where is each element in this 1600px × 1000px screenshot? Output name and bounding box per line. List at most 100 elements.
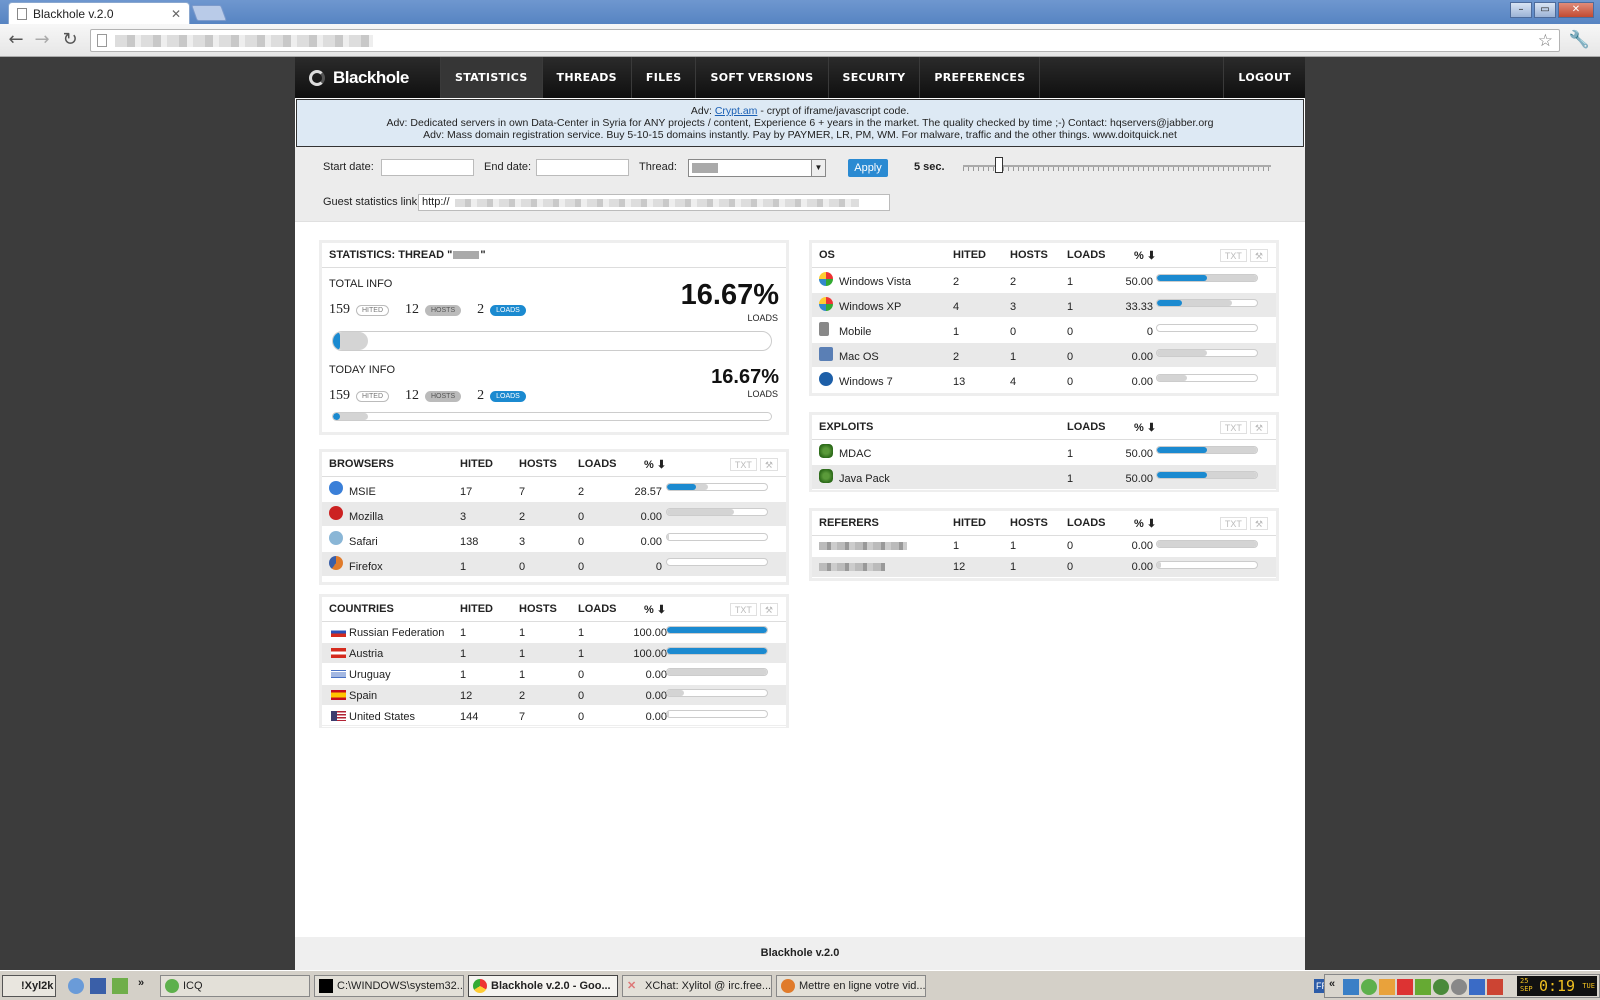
quicklaunch-ie-icon[interactable] — [68, 978, 84, 994]
adv-suffix: - crypt of iframe/javascript code. — [757, 105, 910, 117]
taskbar-window-xchat[interactable]: ✕ XChat: Xylitol @ irc.free... — [622, 975, 772, 997]
crypt-am-link[interactable]: Crypt.am — [715, 105, 758, 117]
thread-select[interactable]: ▼ — [688, 159, 826, 177]
tab-title: Blackhole v.2.0 — [33, 6, 114, 21]
taskbar-window-chrome[interactable]: Blackhole v.2.0 - Goo... — [468, 975, 618, 997]
maximize-button[interactable]: ▭ — [1534, 2, 1556, 18]
refresh-slider[interactable] — [963, 157, 1271, 173]
col-loads: LOADS — [578, 458, 617, 470]
nav-threads[interactable]: THREADS — [541, 57, 631, 98]
settings-tool-icon[interactable]: ⚒ — [1249, 421, 1268, 434]
txt-export-button[interactable]: TXT — [1219, 249, 1247, 262]
os-row[interactable]: Windows XP 4 3 1 33.33 — [812, 293, 1276, 318]
txt-export-button[interactable]: TXT — [729, 458, 757, 471]
taskbar-window-firefox[interactable]: Mettre en ligne votre vid... — [776, 975, 926, 997]
nav-statistics[interactable]: STATISTICS — [440, 57, 542, 98]
browsers-row[interactable]: MSIE 17 7 2 28.57 — [322, 477, 786, 502]
col-percent-sort[interactable]: % ⬇ — [644, 458, 666, 471]
referers-loads-value: 0 — [1067, 540, 1074, 552]
icq-flower-icon — [165, 979, 179, 993]
countries-row[interactable]: Spain 12 2 0 0.00 — [322, 685, 786, 706]
logo[interactable]: Blackhole — [295, 57, 440, 98]
wrench-menu-icon[interactable]: 🔧 — [1569, 30, 1590, 50]
nav-security[interactable]: SECURITY — [827, 57, 920, 98]
os-row[interactable]: Windows 7 13 4 0 0.00 — [812, 368, 1276, 393]
windows-7-icon — [819, 372, 833, 386]
browsers-row[interactable]: Mozilla 3 2 0 0.00 — [322, 502, 786, 527]
url-redacted — [115, 35, 373, 47]
col-percent-sort[interactable]: % ⬇ — [1134, 517, 1156, 530]
browsers-hited-value: 3 — [460, 511, 467, 523]
apply-button[interactable]: Apply — [848, 159, 888, 177]
tray-security-icon[interactable] — [1397, 979, 1413, 995]
reload-button[interactable]: ↻ — [60, 30, 80, 50]
browser-tab[interactable]: Blackhole v.2.0 ✕ — [8, 2, 190, 24]
settings-tool-icon[interactable]: ⚒ — [759, 603, 778, 616]
tray-alert-icon[interactable] — [1487, 979, 1503, 995]
settings-tool-icon[interactable]: ⚒ — [759, 458, 778, 471]
tray-icq-icon[interactable] — [1361, 979, 1377, 995]
quicklaunch-app-icon[interactable] — [90, 978, 106, 994]
clock[interactable]: 25 SEP 0:19 TUE — [1517, 976, 1597, 996]
nav-files[interactable]: FILES — [630, 57, 696, 98]
os-hosts-value: 2 — [1010, 276, 1017, 288]
os-loads-value: 0 — [1067, 326, 1074, 338]
total-loads-value: 2 — [477, 302, 485, 317]
guest-link-input[interactable]: http:// — [418, 194, 890, 211]
settings-tool-icon[interactable]: ⚒ — [1249, 249, 1268, 262]
nav-preferences[interactable]: PREFERENCES — [919, 57, 1039, 98]
referers-loads-value: 0 — [1067, 561, 1074, 573]
close-tab-icon[interactable]: ✕ — [171, 7, 181, 21]
os-row[interactable]: Windows Vista 2 2 1 50.00 — [812, 268, 1276, 293]
slider-handle[interactable] — [995, 157, 1003, 173]
col-percent-sort[interactable]: % ⬇ — [1134, 421, 1156, 434]
exploits-row[interactable]: MDAC 1 50.00 — [812, 440, 1276, 465]
col-percent-sort[interactable]: % ⬇ — [644, 603, 666, 616]
txt-export-button[interactable]: TXT — [729, 603, 757, 616]
tray-app-icon[interactable] — [1379, 979, 1395, 995]
new-tab-button[interactable] — [191, 5, 227, 21]
referers-row[interactable]: 1 1 0 0.00 — [812, 536, 1276, 557]
countries-row[interactable]: United States 144 7 0 0.00 — [322, 706, 786, 727]
logout-button[interactable]: LOGOUT — [1223, 57, 1305, 98]
referers-row[interactable]: 12 1 0 0.00 — [812, 557, 1276, 578]
settings-tool-icon[interactable]: ⚒ — [1249, 517, 1268, 530]
clock-month: SEP — [1520, 985, 1533, 993]
nav-soft-versions[interactable]: SOFT VERSIONS — [695, 57, 827, 98]
browsers-row[interactable]: Firefox 1 0 0 0 — [322, 552, 786, 577]
start-date-input[interactable] — [381, 159, 474, 176]
forward-button[interactable]: → — [32, 30, 52, 50]
os-row[interactable]: Mac OS 2 1 0 0.00 — [812, 343, 1276, 368]
minimize-button[interactable]: – — [1510, 2, 1532, 18]
page-icon — [97, 34, 107, 47]
txt-export-button[interactable]: TXT — [1219, 421, 1247, 434]
browser-toolbar: ← → ↻ ☆ 🔧 — [0, 24, 1600, 57]
close-window-button[interactable]: ✕ — [1558, 2, 1594, 18]
txt-export-button[interactable]: TXT — [1219, 517, 1247, 530]
tray-expand-icon[interactable]: « — [1329, 978, 1335, 990]
quicklaunch-overflow-icon[interactable]: » — [138, 977, 144, 989]
browsers-row[interactable]: Safari 138 3 0 0.00 — [322, 527, 786, 552]
tray-volume-icon[interactable] — [1469, 979, 1485, 995]
address-bar[interactable]: ☆ — [90, 29, 1560, 52]
exploits-row[interactable]: Java Pack 1 50.00 — [812, 465, 1276, 490]
thread-label: Thread: — [639, 161, 677, 173]
end-date-input[interactable] — [536, 159, 629, 176]
hited-badge: HITED — [356, 390, 389, 402]
tray-settings-icon[interactable] — [1451, 979, 1467, 995]
start-button[interactable]: !Xyl2k — [2, 975, 56, 997]
tray-update-icon[interactable] — [1433, 979, 1449, 995]
col-percent-sort[interactable]: % ⬇ — [1134, 249, 1156, 262]
taskbar-window-icq[interactable]: ICQ — [160, 975, 310, 997]
adv-prefix: Adv: — [690, 105, 715, 117]
back-button[interactable]: ← — [6, 30, 26, 50]
countries-row[interactable]: Uruguay 1 1 0 0.00 — [322, 664, 786, 685]
taskbar-window-cmd[interactable]: C:\WINDOWS\system32... — [314, 975, 464, 997]
tray-shield-icon[interactable] — [1415, 979, 1431, 995]
bookmark-star-icon[interactable]: ☆ — [1538, 31, 1553, 51]
os-row[interactable]: Mobile 1 0 0 0 — [812, 318, 1276, 343]
quicklaunch-tool-icon[interactable] — [112, 978, 128, 994]
countries-row[interactable]: Russian Federation 1 1 1 100.00 — [322, 622, 786, 643]
countries-row[interactable]: Austria 1 1 1 100.00 — [322, 643, 786, 664]
tray-network-icon[interactable] — [1343, 979, 1359, 995]
